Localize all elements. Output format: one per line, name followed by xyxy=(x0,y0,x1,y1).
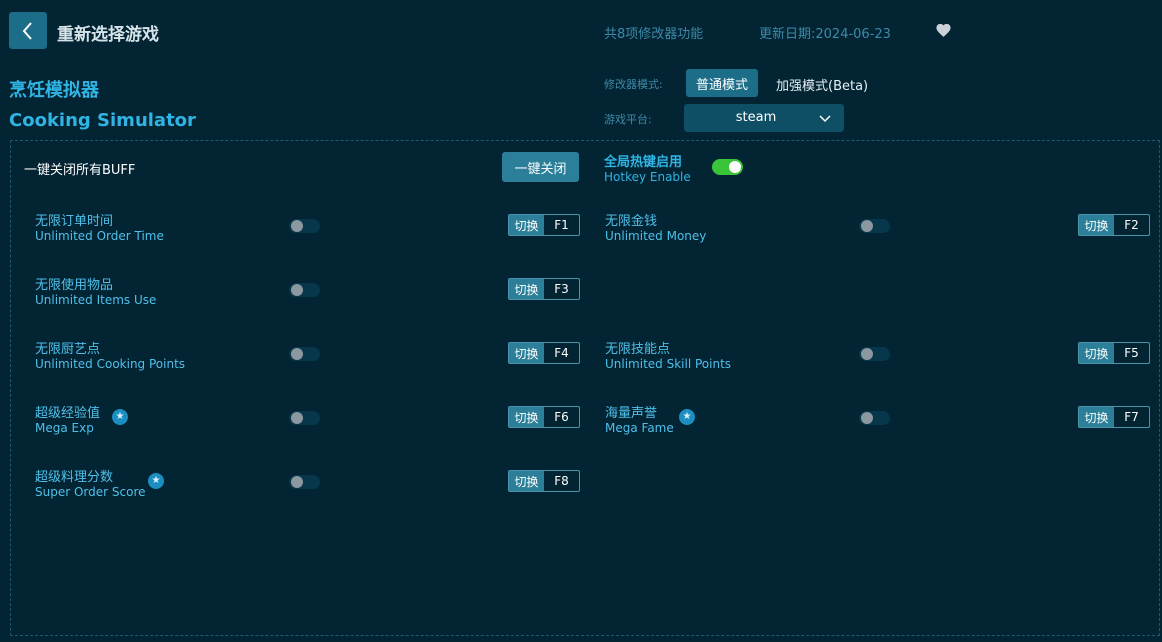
feature-row: 无限订单时间 Unlimited Order Time 切换 F1 xyxy=(35,210,580,250)
feature-name-cn: 无限金钱 xyxy=(605,214,658,229)
hotkey-key: F2 xyxy=(1124,218,1139,232)
feature-toggle[interactable] xyxy=(289,411,320,425)
toggle-knob xyxy=(291,348,303,360)
mode-normal-button[interactable]: 普通模式 xyxy=(686,69,758,97)
hotkey-key: F3 xyxy=(554,282,569,296)
feature-row: 超级经验值 Mega Exp ★ 切换 F6 xyxy=(35,402,580,442)
feature-toggle[interactable] xyxy=(289,347,320,361)
toggle-knob xyxy=(861,348,873,360)
platform-select[interactable]: steam xyxy=(684,104,844,132)
feature-toggle[interactable] xyxy=(859,411,890,425)
feature-toggle[interactable] xyxy=(289,475,320,489)
game-title-en: Cooking Simulator xyxy=(9,110,196,131)
chevron-down-icon xyxy=(819,115,831,123)
feature-name-cn: 超级料理分数 xyxy=(35,470,114,485)
feature-name-en: Mega Exp xyxy=(35,421,94,435)
hotkey-key: F4 xyxy=(554,346,569,360)
feature-name-cn: 无限厨艺点 xyxy=(35,342,101,357)
feature-name-cn: 无限技能点 xyxy=(605,342,671,357)
hotkey-switch-button[interactable]: 切换 F3 xyxy=(508,278,580,300)
back-button[interactable] xyxy=(9,12,47,49)
feature-name-en: Super Order Score xyxy=(35,485,146,499)
feature-count: 共8项修改器功能 xyxy=(604,27,704,42)
feature-name-cn: 超级经验值 xyxy=(35,406,101,421)
hotkey-switch-button[interactable]: 切换 F6 xyxy=(508,406,580,428)
hotkey-key: F5 xyxy=(1124,346,1139,360)
toggle-knob xyxy=(291,220,303,232)
hotkey-switch-button[interactable]: 切换 F2 xyxy=(1078,214,1150,236)
game-title-cn: 烹饪模拟器 xyxy=(9,80,99,101)
feature-name-en: Unlimited Cooking Points xyxy=(35,357,186,371)
toggle-knob xyxy=(291,412,303,424)
feature-name-cn: 无限订单时间 xyxy=(35,214,114,229)
top-bar: 重新选择游戏 共8项修改器功能 更新日期:2024-06-23 xyxy=(0,0,1162,62)
feature-row: 海量声誉 Mega Fame ★ 切换 F7 xyxy=(605,402,1150,442)
switch-label: 切换 xyxy=(509,407,544,427)
hotkey-switch-button[interactable]: 切换 F7 xyxy=(1078,406,1150,428)
hotkey-switch-button[interactable]: 切换 F8 xyxy=(508,470,580,492)
star-icon: ★ xyxy=(148,473,164,489)
feature-name-en: Unlimited Order Time xyxy=(35,229,164,243)
platform-value: steam xyxy=(735,110,777,125)
switch-label: 切换 xyxy=(1079,407,1114,427)
switch-label: 切换 xyxy=(509,471,544,491)
hotkey-label-cn: 全局热键启用 xyxy=(604,155,683,170)
switch-label: 切换 xyxy=(509,279,544,299)
hotkey-label-en: Hotkey Enable xyxy=(604,170,691,184)
close-all-button[interactable]: 一键关闭 xyxy=(502,152,579,182)
switch-label: 切换 xyxy=(1079,343,1114,363)
hotkey-key: F7 xyxy=(1124,410,1139,424)
feature-name-en: Unlimited Items Use xyxy=(35,293,157,307)
feature-row: 超级料理分数 Super Order Score ★ 切换 F8 xyxy=(35,466,580,506)
reselect-game-title: 重新选择游戏 xyxy=(57,25,159,45)
feature-row: 无限技能点 Unlimited Skill Points 切换 F5 xyxy=(605,338,1150,378)
star-icon: ★ xyxy=(679,409,695,425)
hotkey-toggle[interactable] xyxy=(712,159,743,175)
toggle-knob xyxy=(729,161,741,173)
star-icon: ★ xyxy=(112,409,128,425)
feature-name-en: Mega Fame xyxy=(605,421,674,435)
feature-toggle[interactable] xyxy=(289,219,320,233)
hotkey-switch-button[interactable]: 切换 F4 xyxy=(508,342,580,364)
toggle-knob xyxy=(291,476,303,488)
hotkey-switch-button[interactable]: 切换 F1 xyxy=(508,214,580,236)
feature-toggle[interactable] xyxy=(859,219,890,233)
platform-label: 游戏平台: xyxy=(604,113,652,126)
switch-label: 切换 xyxy=(509,215,544,235)
feature-row: 无限使用物品 Unlimited Items Use 切换 F3 xyxy=(35,274,580,314)
feature-name-cn: 无限使用物品 xyxy=(35,278,114,293)
switch-label: 切换 xyxy=(1079,215,1114,235)
feature-name-en: Unlimited Money xyxy=(605,229,707,243)
feature-row: 无限金钱 Unlimited Money 切换 F2 xyxy=(605,210,1150,250)
close-all-buff-label: 一键关闭所有BUFF xyxy=(24,163,136,178)
feature-row: 无限厨艺点 Unlimited Cooking Points 切换 F4 xyxy=(35,338,580,378)
hotkey-switch-button[interactable]: 切换 F5 xyxy=(1078,342,1150,364)
toggle-knob xyxy=(861,412,873,424)
hotkey-key: F1 xyxy=(554,218,569,232)
feature-name-en: Unlimited Skill Points xyxy=(605,357,732,371)
toggle-knob xyxy=(291,284,303,296)
hotkey-key: F6 xyxy=(554,410,569,424)
feature-toggle[interactable] xyxy=(289,283,320,297)
update-date: 更新日期:2024-06-23 xyxy=(759,27,891,42)
feature-toggle[interactable] xyxy=(859,347,890,361)
switch-label: 切换 xyxy=(509,343,544,363)
mode-beta-button[interactable]: 加强模式(Beta) xyxy=(776,75,868,94)
heart-icon[interactable] xyxy=(935,22,952,39)
toggle-knob xyxy=(861,220,873,232)
hotkey-key: F8 xyxy=(554,474,569,488)
feature-name-cn: 海量声誉 xyxy=(605,406,658,421)
mode-label: 修改器模式: xyxy=(604,78,663,91)
back-arrow-icon xyxy=(22,21,32,40)
